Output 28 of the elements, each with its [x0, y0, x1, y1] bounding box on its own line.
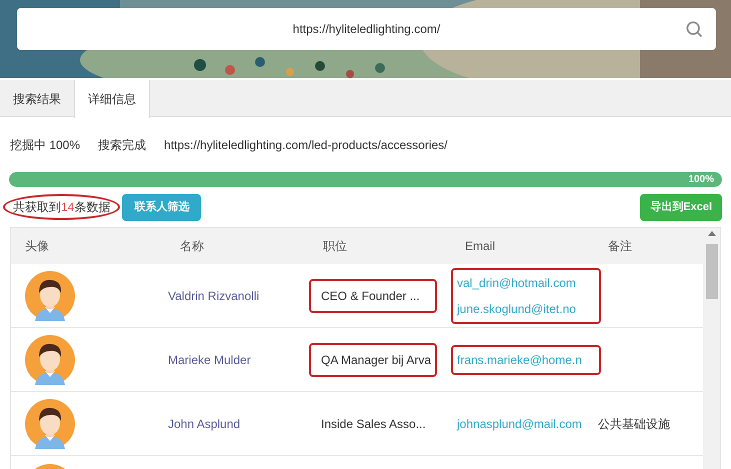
scroll-up-icon[interactable] — [708, 230, 716, 236]
position-cell-text: Inside Sales Asso... — [320, 416, 427, 432]
progress-reading: 100% — [688, 173, 714, 187]
search-icon[interactable] — [684, 19, 704, 39]
tab[interactable]: 详细信息 — [74, 80, 150, 118]
column-header: Email — [465, 239, 496, 253]
avatar-icon — [25, 398, 75, 448]
crawl-url: https://hyliteledlighting.com/led-products/accessories/ — [164, 136, 448, 154]
column-header: 职位 — [323, 239, 347, 253]
progress-status: 挖掘中 100% — [10, 136, 80, 154]
search-status: 搜索完成 — [98, 136, 146, 154]
column-header: 备注 — [608, 239, 632, 253]
contact-name[interactable]: Marieke Mulder — [168, 352, 251, 366]
result-count: 共获取到14条数据 — [3, 194, 120, 220]
search-field-value: https://hyliteledlighting.com/ — [292, 21, 440, 38]
note-text: 公共基础设施 — [598, 416, 670, 430]
scrollbar-thumb[interactable] — [706, 244, 718, 299]
search-field[interactable]: https://hyliteledlighting.com/ — [17, 8, 716, 50]
position-cell: CEO & Founder ... — [309, 278, 437, 312]
avatar-icon — [25, 270, 75, 320]
contact-name[interactable]: John Asplund — [168, 416, 240, 430]
column-header: 头像 — [25, 239, 49, 253]
scrollbar[interactable] — [703, 230, 720, 469]
column-header: 名称 — [180, 239, 204, 253]
avatar-icon — [25, 334, 75, 384]
tab[interactable]: 搜索结果 — [0, 80, 74, 117]
position-cell: QA Manager bij Arva — [309, 342, 437, 376]
contact-name[interactable]: Valdrin Rizvanolli — [168, 288, 260, 302]
